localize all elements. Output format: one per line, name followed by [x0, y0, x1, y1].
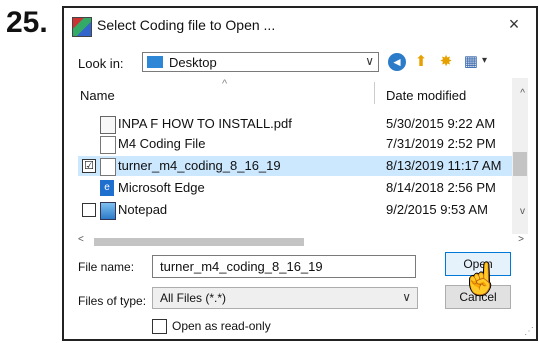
file-name: INPA F HOW TO INSTALL.pdf — [118, 116, 292, 131]
column-header-date-modified[interactable]: Date modified — [386, 88, 466, 103]
chevron-down-icon: ∨ — [365, 54, 374, 68]
files-of-type-dropdown[interactable]: All Files (*.*) ∨ — [152, 287, 418, 309]
file-date: 8/14/2018 2:56 PM — [386, 180, 496, 195]
file-row[interactable]: e Microsoft Edge 8/14/2018 2:56 PM — [78, 178, 512, 198]
vertical-scrollbar[interactable]: ^ v — [512, 78, 528, 234]
file-list: ^ Name Date modified INPA F HOW TO INSTA… — [78, 78, 528, 234]
column-header-name[interactable]: Name — [80, 88, 115, 103]
sort-arrow-icon: ^ — [222, 78, 228, 90]
file-icon — [100, 158, 116, 176]
files-of-type-value: All Files (*.*) — [160, 291, 227, 305]
pdf-icon — [100, 116, 116, 134]
view-menu-chevron-icon[interactable]: ▾ — [482, 55, 487, 66]
look-in-label: Look in: — [78, 56, 124, 71]
file-row[interactable]: INPA F HOW TO INSTALL.pdf 5/30/2015 9:22… — [78, 114, 512, 134]
file-checkbox-checked[interactable]: ☑ — [82, 159, 96, 173]
file-name: Notepad — [118, 202, 168, 217]
file-date: 8/13/2019 11:17 AM — [386, 158, 502, 173]
view-menu-icon[interactable]: ▦ — [462, 53, 480, 71]
horizontal-scrollbar[interactable]: < > — [78, 234, 528, 250]
column-divider[interactable] — [374, 82, 375, 104]
files-of-type-label: Files of type: — [78, 294, 147, 308]
edge-icon: e — [100, 180, 114, 196]
notepad-icon — [100, 202, 116, 220]
file-name-label: File name: — [78, 260, 135, 274]
scroll-right-icon[interactable]: > — [518, 234, 524, 245]
file-name-input[interactable]: turner_m4_coding_8_16_19 — [152, 255, 416, 278]
read-only-checkbox[interactable] — [152, 319, 167, 334]
file-icon — [100, 136, 116, 154]
file-name: turner_m4_coding_8_16_19 — [118, 158, 281, 173]
step-number: 25. — [6, 6, 48, 39]
file-row[interactable]: M4 Coding File 7/31/2019 2:52 PM — [78, 134, 512, 154]
desktop-icon — [147, 56, 163, 68]
close-button[interactable]: × — [504, 14, 524, 35]
file-name-value: turner_m4_coding_8_16_19 — [160, 259, 323, 274]
scroll-up-icon[interactable]: ^ — [520, 88, 525, 99]
scroll-left-icon[interactable]: < — [78, 234, 84, 245]
titlebar: Select Coding file to Open ... × — [64, 8, 536, 44]
file-row-selected[interactable]: ☑ turner_m4_coding_8_16_19 8/13/2019 11:… — [78, 156, 512, 176]
open-file-dialog: Select Coding file to Open ... × Look in… — [62, 6, 538, 341]
chevron-down-icon: ∨ — [402, 290, 411, 304]
resize-grip-icon[interactable]: ⋰ — [524, 326, 534, 337]
file-checkbox[interactable] — [82, 203, 96, 217]
hand-cursor-icon: ☝ — [462, 263, 500, 296]
up-folder-icon[interactable]: ⬆ — [412, 53, 430, 71]
look-in-value: Desktop — [169, 55, 217, 70]
app-icon — [72, 17, 92, 37]
file-date: 5/30/2015 9:22 AM — [386, 116, 496, 131]
file-date: 9/2/2015 9:53 AM — [386, 202, 488, 217]
look-in-dropdown[interactable]: Desktop ∨ — [142, 52, 379, 72]
back-icon[interactable]: ◄ — [388, 53, 406, 71]
read-only-label[interactable]: Open as read-only — [172, 319, 271, 333]
horizontal-scroll-thumb[interactable] — [94, 238, 304, 246]
vertical-scroll-thumb[interactable] — [513, 152, 527, 176]
file-date: 7/31/2019 2:52 PM — [386, 136, 496, 151]
file-name: Microsoft Edge — [118, 180, 205, 195]
dialog-title: Select Coding file to Open ... — [97, 17, 276, 33]
scroll-down-icon[interactable]: v — [520, 206, 525, 217]
new-folder-icon[interactable]: ✸ — [437, 53, 455, 71]
file-row[interactable]: Notepad 9/2/2015 9:53 AM — [78, 200, 512, 220]
file-name: M4 Coding File — [118, 136, 206, 151]
